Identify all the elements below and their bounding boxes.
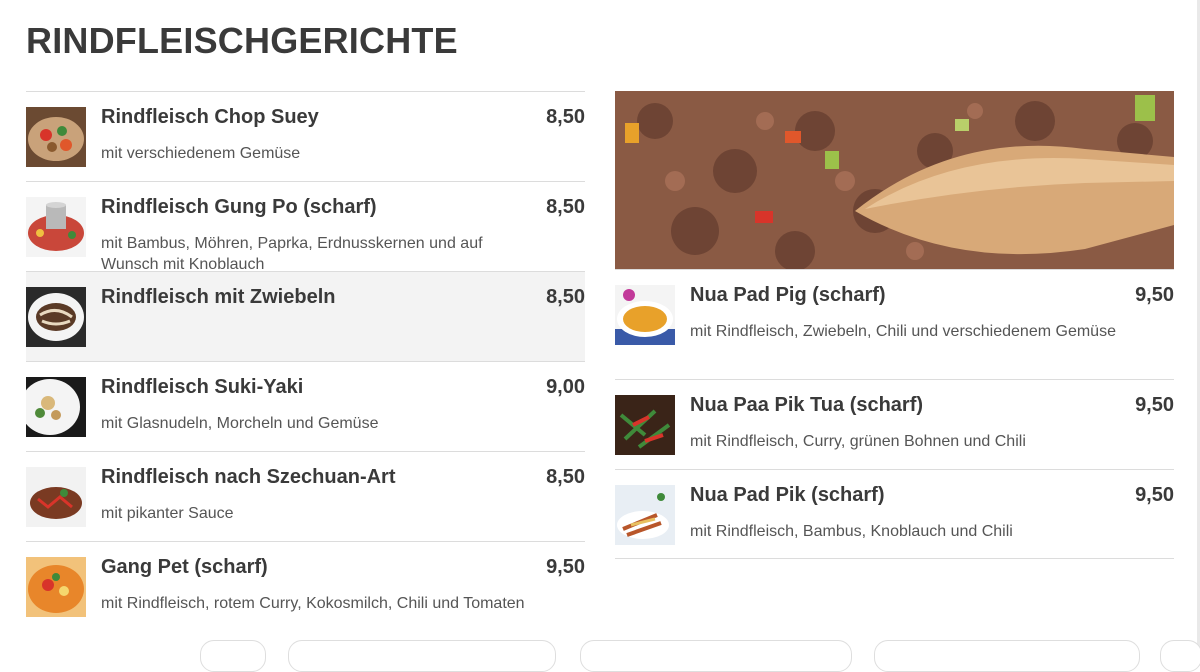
menu-item[interactable]: Nua Paa Pik Tua (scharf) 9,50 mit Rindfl… <box>615 379 1174 469</box>
hot-pot-dish-image <box>26 197 86 257</box>
green-beans-dish-image <box>615 395 675 455</box>
menu-item[interactable]: Rindfleisch Suki-Yaki 9,00 mit Glasnudel… <box>26 361 585 451</box>
menu-item-name: Rindfleisch Chop Suey <box>101 106 319 128</box>
menu-item-price: 9,50 <box>1135 284 1174 306</box>
menu-item-price: 8,50 <box>546 196 585 218</box>
menu-item-description: mit Rindfleisch, Zwiebeln, Chili und ver… <box>690 323 1116 340</box>
menu-item-price: 8,50 <box>546 106 585 128</box>
menu-item-description: mit Rindfleisch, Bambus, Knoblauch und C… <box>690 523 1013 540</box>
onion-beef-dish-image <box>26 287 86 347</box>
menu-item-name: Rindfleisch mit Zwiebeln <box>101 286 336 308</box>
menu-item-name: Nua Pad Pik (scharf) <box>690 484 885 506</box>
menu-item[interactable]: Nua Pad Pik (scharf) 9,50 mit Rindfleisc… <box>615 469 1174 559</box>
chop-suey-dish-image <box>26 107 86 167</box>
menu-item-price: 9,00 <box>546 376 585 398</box>
bottom-tab[interactable] <box>200 640 266 672</box>
bottom-tab[interactable] <box>288 640 556 672</box>
menu-item[interactable]: Rindfleisch Gung Po (scharf) 8,50 mit Ba… <box>26 181 585 273</box>
menu-item-price: 9,50 <box>546 556 585 578</box>
menu-item-description: mit verschiedenem Gemüse <box>101 145 301 162</box>
menu-item-description: mit Glasnudeln, Morcheln und Gemüse <box>101 415 379 432</box>
menu-item-price: 8,50 <box>546 466 585 488</box>
szechuan-dish-image <box>26 467 86 527</box>
bottom-tab[interactable] <box>1160 640 1200 672</box>
minced-beef-wooden-spoon-image <box>615 91 1174 269</box>
right-menu-column: Nua Pad Pig (scharf) 9,50 mit Rindfleisc… <box>615 91 1174 559</box>
menu-item[interactable]: Nua Pad Pig (scharf) 9,50 mit Rindfleisc… <box>615 269 1174 379</box>
menu-item-price: 8,50 <box>546 286 585 308</box>
menu-item-description: mit Rindfleisch, Curry, grünen Bohnen un… <box>690 433 1026 450</box>
menu-item-price: 9,50 <box>1135 484 1174 506</box>
menu-item[interactable]: Rindfleisch mit Zwiebeln 8,50 <box>26 271 585 361</box>
bamboo-chili-dish-image <box>615 485 675 545</box>
left-menu-column: Rindfleisch Chop Suey 8,50 mit verschied… <box>26 91 585 631</box>
bottom-navigation-strip <box>0 640 1200 672</box>
menu-item-name: Nua Paa Pik Tua (scharf) <box>690 394 924 416</box>
menu-item[interactable]: Rindfleisch Chop Suey 8,50 mit verschied… <box>26 91 585 181</box>
menu-item[interactable]: Gang Pet (scharf) 9,50 mit Rindfleisch, … <box>26 541 585 631</box>
menu-item-name: Rindfleisch Suki-Yaki <box>101 376 304 398</box>
menu-item[interactable]: Rindfleisch nach Szechuan-Art 8,50 mit p… <box>26 451 585 541</box>
bottom-tab[interactable] <box>580 640 852 672</box>
bottom-tab[interactable] <box>874 640 1140 672</box>
menu-item-name: Nua Pad Pig (scharf) <box>690 284 886 306</box>
menu-item-price: 9,50 <box>1135 394 1174 416</box>
menu-item-description: mit Rindfleisch, rotem Curry, Kokosmilch… <box>101 595 525 612</box>
menu-item-name: Rindfleisch nach Szechuan-Art <box>101 466 396 488</box>
menu-item-name: Rindfleisch Gung Po (scharf) <box>101 196 377 218</box>
red-curry-dish-image <box>26 557 86 617</box>
section-title: RINDFLEISCHGERICHTE <box>26 20 458 61</box>
pad-pig-dish-image <box>615 285 675 345</box>
menu-item-description: mit Bambus, Möhren, Paprka, Erdnusskerne… <box>101 235 483 273</box>
menu-item-description: mit pikanter Sauce <box>101 505 234 522</box>
menu-item-name: Gang Pet (scharf) <box>101 556 268 578</box>
suki-yaki-dish-image <box>26 377 86 437</box>
